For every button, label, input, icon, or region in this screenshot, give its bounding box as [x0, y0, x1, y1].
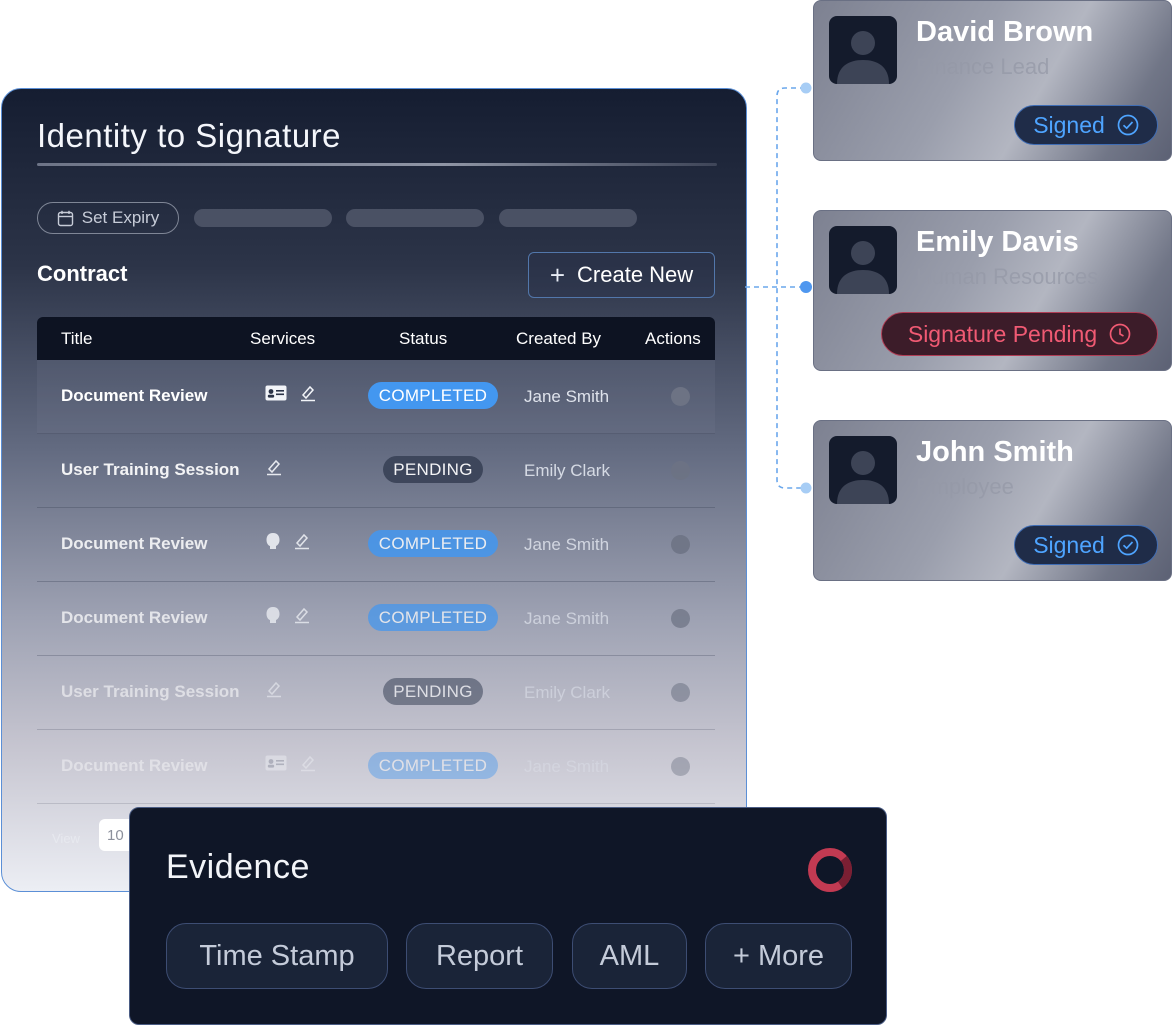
signer-name: Emily Davis	[916, 226, 1079, 258]
row-services	[265, 754, 317, 772]
check-circle-icon	[1117, 114, 1139, 136]
evidence-more-button[interactable]: + More	[705, 923, 852, 989]
row-created-by: Jane Smith	[524, 757, 610, 776]
filter-chip-placeholder[interactable]	[194, 209, 332, 227]
signature-status-badge: Signed	[1014, 525, 1158, 565]
avatar	[829, 436, 897, 504]
table-header: Title Services Status Created By Actions	[37, 317, 715, 360]
signer-name: David Brown	[916, 16, 1094, 48]
row-actions-button[interactable]	[671, 461, 690, 480]
signer-card[interactable]: David Brown Finance Lead Signed	[813, 0, 1172, 161]
row-created-by: Emily Clark	[524, 683, 610, 702]
avatar	[829, 16, 897, 84]
status-badge: COMPLETED	[368, 752, 498, 779]
row-title: Document Review	[61, 608, 208, 627]
section-title-contract: Contract	[37, 261, 128, 286]
row-actions-button[interactable]	[671, 535, 690, 554]
row-services	[265, 532, 311, 550]
status-badge: COMPLETED	[368, 382, 498, 409]
column-header-created-by[interactable]: Created By	[516, 329, 601, 349]
signer-name: John Smith	[916, 436, 1074, 468]
id-card-icon	[265, 755, 287, 771]
signature-icon	[301, 385, 315, 402]
row-services	[265, 680, 283, 698]
contracts-table: Title Services Status Created By Actions…	[37, 317, 715, 804]
face-icon	[266, 533, 280, 549]
signature-icon	[267, 459, 281, 476]
row-actions-button[interactable]	[671, 387, 690, 406]
table-row[interactable]: Document Review COMPLETED Jane Smith	[37, 360, 715, 434]
row-title: Document Review	[61, 756, 208, 775]
signature-status-label: Signed	[1033, 111, 1105, 138]
pagination-view-label: View	[52, 831, 80, 846]
signature-icon	[301, 755, 315, 772]
row-title: Document Review	[61, 534, 208, 553]
column-header-actions[interactable]: Actions	[645, 329, 701, 349]
evidence-item-time-stamp[interactable]: Time Stamp	[166, 923, 388, 989]
table-row[interactable]: Document Review COMPLETED Jane Smith	[37, 508, 715, 582]
signature-icon	[295, 533, 309, 550]
table-row[interactable]: Document Review COMPLETED Jane Smith	[37, 582, 715, 656]
row-services	[265, 606, 311, 624]
filter-chip-placeholder[interactable]	[499, 209, 637, 227]
row-title: Document Review	[61, 386, 208, 405]
create-new-button[interactable]: + Create New	[528, 252, 715, 298]
column-header-services[interactable]: Services	[250, 329, 315, 349]
column-header-status[interactable]: Status	[399, 329, 447, 349]
row-title: User Training Session	[61, 460, 240, 479]
row-actions-button[interactable]	[671, 757, 690, 776]
row-actions-button[interactable]	[671, 609, 690, 628]
create-new-label: Create New	[577, 262, 694, 287]
signer-role: Employee	[916, 474, 1014, 499]
set-expiry-button[interactable]: Set Expiry	[37, 202, 179, 234]
row-created-by: Emily Clark	[524, 461, 610, 480]
face-icon	[266, 607, 280, 623]
signature-status-badge: Signed	[1014, 105, 1158, 145]
column-header-title[interactable]: Title	[61, 329, 93, 349]
table-row[interactable]: Document Review COMPLETED Jane Smith	[37, 730, 715, 804]
row-title: User Training Session	[61, 682, 240, 701]
row-created-by: Jane Smith	[524, 609, 610, 628]
status-badge: PENDING	[383, 678, 483, 705]
plus-icon: +	[549, 260, 566, 290]
user-silhouette-icon	[837, 241, 889, 294]
clock-icon	[1109, 323, 1131, 345]
status-badge: COMPLETED	[368, 604, 498, 631]
avatar	[829, 226, 897, 294]
evidence-item-aml[interactable]: AML	[572, 923, 687, 989]
evidence-item-report[interactable]: Report	[406, 923, 553, 989]
status-badge: COMPLETED	[368, 530, 498, 557]
signature-status-label: Signed	[1033, 531, 1105, 558]
panel-title: Identity to Signature	[37, 117, 342, 154]
brand-logo-icon	[808, 848, 852, 892]
check-circle-icon	[1117, 534, 1139, 556]
signer-role: Human Resources	[916, 264, 1099, 289]
id-card-icon	[265, 385, 287, 401]
row-actions-button[interactable]	[671, 683, 690, 702]
row-services	[265, 458, 283, 476]
signature-status-label: Signature Pending	[907, 320, 1098, 347]
calendar-icon	[57, 210, 73, 226]
signer-role: Finance Lead	[916, 54, 1050, 79]
identity-to-signature-panel: Identity to Signature Set Expiry Contrac…	[1, 88, 747, 892]
signature-icon	[267, 681, 281, 698]
user-silhouette-icon	[837, 451, 889, 504]
signer-card[interactable]: John Smith Employee Signed	[813, 420, 1172, 581]
table-row[interactable]: User Training Session PENDING Emily Clar…	[37, 434, 715, 508]
set-expiry-label: Set Expiry	[81, 208, 160, 227]
table-row[interactable]: User Training Session PENDING Emily Clar…	[37, 656, 715, 730]
title-divider	[37, 163, 717, 166]
user-silhouette-icon	[837, 31, 889, 84]
filter-chip-placeholder[interactable]	[346, 209, 484, 227]
connector-lines	[745, 82, 812, 494]
row-created-by: Jane Smith	[524, 535, 610, 554]
evidence-title: Evidence	[166, 848, 310, 886]
signer-card[interactable]: Emily Davis Human Resources Signature Pe…	[813, 210, 1172, 371]
signature-status-badge: Signature Pending	[881, 312, 1158, 356]
evidence-panel: Evidence Time Stamp Report AML + More	[129, 807, 887, 1025]
row-services	[265, 384, 317, 402]
row-created-by: Jane Smith	[524, 387, 610, 406]
signature-icon	[295, 607, 309, 624]
status-badge: PENDING	[383, 456, 483, 483]
